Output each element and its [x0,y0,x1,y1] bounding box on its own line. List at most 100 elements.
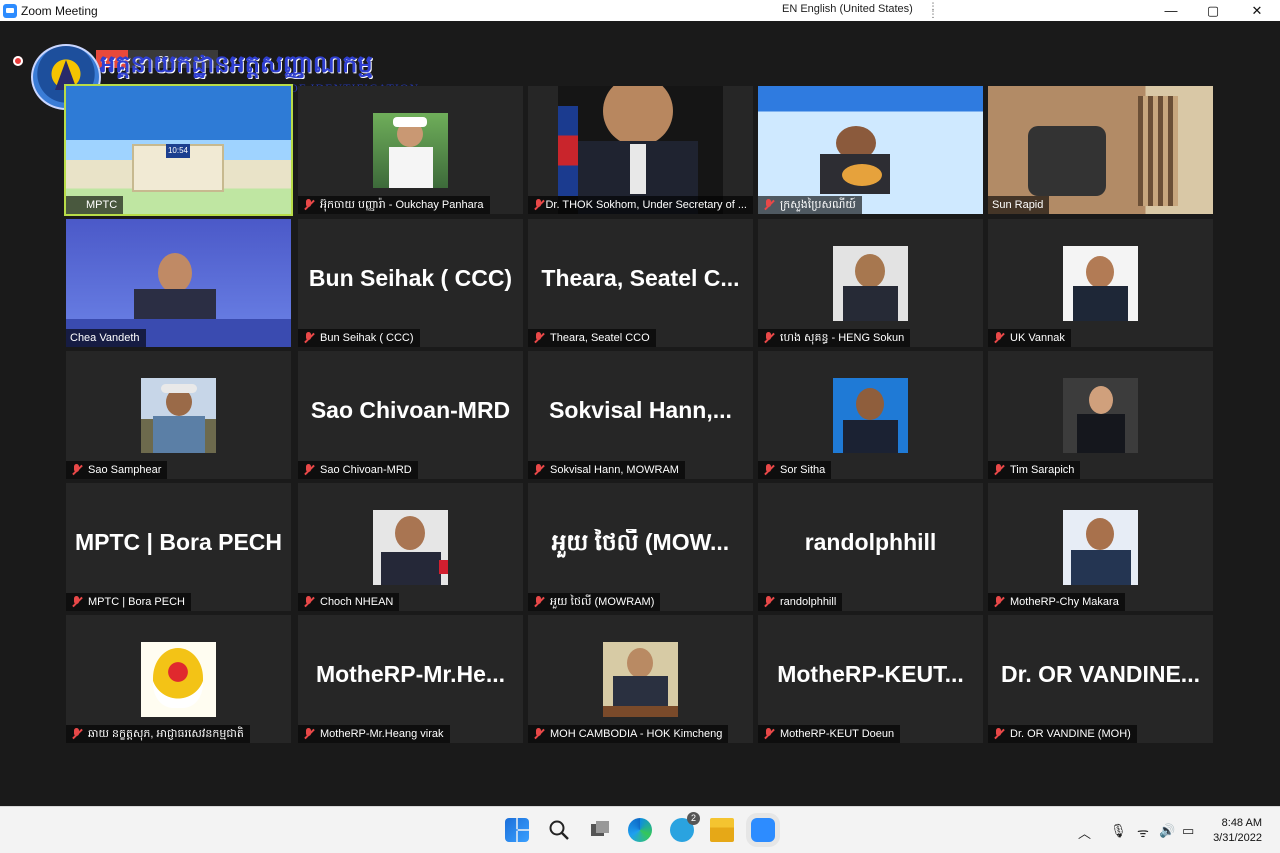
window-title: Zoom Meeting [21,3,98,18]
muted-microphone-icon [762,332,776,344]
search-icon[interactable] [547,818,571,842]
participant-name: Sao Chivoan-MRD [320,464,412,476]
meeting-header: ss អគ្គនាយកដ្ឋានអត្តសញ្ញាណកម្ម GENERAL D… [0,21,1280,110]
close-button[interactable]: ✕ [1234,0,1280,21]
participant-tile[interactable]: Dr. THOK Sokhom, Under Secretary of ... [528,86,753,214]
participant-name-label: MotheRP-Mr.Heang virak [298,725,450,743]
input-language-indicator[interactable]: EN English (United States) [782,3,913,15]
muted-microphone-icon [70,728,84,740]
participant-tile[interactable]: Sokvisal Hann,... Sokvisal Hann, MOWRAM [528,351,753,479]
participant-name: អ៊ុកចាយ បញ្ញារ៉ា - Oukchay Panhara [320,199,484,211]
participant-tile[interactable]: randolphhill randolphhill [758,483,983,611]
task-view-icon[interactable] [588,818,612,842]
participant-name-label: ក្រសួងប្រៃសណីយ៍ [758,196,862,214]
participant-tile[interactable]: MPTC | Bora PECH MPTC | Bora PECH [66,483,291,611]
muted-microphone-icon [70,596,84,608]
participant-name: Sor Sitha [780,464,826,476]
muted-microphone-icon [992,332,1006,344]
participant-name-label: Sun Rapid [988,196,1050,214]
muted-microphone-icon [992,728,1006,740]
muted-microphone-icon [302,199,316,211]
recording-indicator-icon[interactable] [13,56,23,66]
zoom-taskbar-icon[interactable] [751,818,775,842]
participant-tile[interactable]: MotheRP-Mr.He... MotheRP-Mr.Heang virak [298,615,523,743]
participant-tile[interactable]: Sao Samphear [66,351,291,479]
participant-tile[interactable]: UK Vannak [988,219,1213,347]
muted-microphone-icon [762,596,776,608]
participant-name: MotheRP-KEUT Doeun [780,728,895,740]
participant-tile[interactable]: Choch NHEAN [298,483,523,611]
file-explorer-icon[interactable] [710,818,734,842]
participant-name-label: អ៊ុកចាយ បញ្ញារ៉ា - Oukchay Panhara [298,196,490,214]
participant-tile[interactable]: Tim Sarapich [988,351,1213,479]
participant-name-label: Sao Chivoan-MRD [298,461,418,479]
participant-name-label: Sao Samphear [66,461,168,479]
language-switch-icon[interactable]: ⋮ ⋮ [928,2,938,19]
participant-name: Sao Samphear [88,464,162,476]
participant-name-label: MPTC | Bora PECH [66,593,191,611]
volume-icon[interactable]: 🔊 [1159,823,1175,839]
muted-microphone-icon [532,332,546,344]
muted-microphone-icon [70,464,84,476]
telegram-icon[interactable]: 2 [670,812,700,842]
participant-name: UK Vannak [1010,332,1065,344]
participant-name-label: Tim Sarapich [988,461,1081,479]
participant-name: Choch NHEAN [320,596,394,608]
participant-tile[interactable]: ក្រសួងប្រៃសណីយ៍ [758,86,983,214]
participant-name: Tim Sarapich [1010,464,1075,476]
participant-name-label: MOH CAMBODIA - HOK Kimcheng [528,725,729,743]
muted-microphone-icon [532,464,546,476]
muted-microphone-icon [762,464,776,476]
gdi-khmer-title: អគ្គនាយកដ្ឋានអត្តសញ្ញាណកម្ម [100,51,373,78]
participant-tile[interactable]: 10:54 MPTC [64,84,293,216]
clock[interactable]: 8:48 AM 3/31/2022 [1213,816,1262,846]
participant-name-label: Dr. THOK Sokhom, Under Secretary of ... [528,196,753,214]
participant-tile[interactable]: អួយ ថៃលី (MOW... អួយ ថៃលី (MOWRAM) [528,483,753,611]
participant-tile[interactable]: Chea Vandeth [66,219,291,347]
participant-name-label: MPTC [66,196,124,214]
muted-microphone-icon [992,596,1006,608]
participant-tile[interactable]: Dr. OR VANDINE... Dr. OR VANDINE (MOH) [988,615,1213,743]
participant-name-label: ឆាយ នក្ខត្តសុភ, អាជ្ញាធរសេវនកម្មជាតិ [66,725,250,743]
muted-microphone-icon [532,199,542,211]
participant-display-name: MPTC | Bora PECH [74,529,283,555]
participant-name-label: randolphhill [758,593,843,611]
muted-microphone-icon [532,728,546,740]
participant-tile[interactable]: MOH CAMBODIA - HOK Kimcheng [528,615,753,743]
participant-name: ឆាយ នក្ខត្តសុភ, អាជ្ញាធរសេវនកម្មជាតិ [88,728,244,740]
participant-tile[interactable]: Sun Rapid [988,86,1213,214]
participant-name-label: Chea Vandeth [66,329,146,347]
window-titlebar: Zoom Meeting EN English (United States) … [0,0,1280,21]
battery-icon[interactable]: ▭ [1182,823,1194,839]
minimize-button[interactable]: — [1148,0,1194,21]
clock-date: 3/31/2022 [1213,832,1262,844]
muted-microphone-icon [992,464,1006,476]
participant-name: randolphhill [780,596,837,608]
start-icon[interactable] [505,818,529,842]
muted-microphone-icon [302,464,316,476]
participant-tile[interactable]: ហេង សុគន្ធ - HENG Sokun [758,219,983,347]
participant-tile[interactable]: MotheRP-Chy Makara [988,483,1213,611]
participant-tile[interactable]: Theara, Seatel C... Theara, Seatel CCO [528,219,753,347]
participant-name-label: MotheRP-Chy Makara [988,593,1125,611]
windows-taskbar: 2 ︿ 🎙 ᯤ 🔊 ▭ 8:48 AM 3/31/2022 [0,806,1280,853]
maximize-button[interactable]: ▢ [1190,0,1236,21]
microphone-icon[interactable]: 🎙 [1110,823,1127,839]
participant-tile[interactable]: MotheRP-KEUT... MotheRP-KEUT Doeun [758,615,983,743]
participant-name: MPTC | Bora PECH [88,596,185,608]
participant-tile[interactable]: ឆាយ នក្ខត្តសុភ, អាជ្ញាធរសេវនកម្មជាតិ [66,615,291,743]
participant-display-name: MotheRP-KEUT... [777,661,964,687]
participant-tile[interactable]: Sao Chivoan-MRD Sao Chivoan-MRD [298,351,523,479]
clock-time: 8:48 AM [1221,817,1262,829]
participant-name-label: Theara, Seatel CCO [528,329,656,347]
edge-browser-icon[interactable] [628,818,652,842]
participant-tile[interactable]: Bun Seihak ( CCC) Bun Seihak ( CCC) [298,219,523,347]
participant-display-name: អួយ ថៃលី (MOW... [551,529,730,555]
participant-tile[interactable]: Sor Sitha [758,351,983,479]
participant-name: Dr. OR VANDINE (MOH) [1010,728,1131,740]
participant-name: ហេង សុគន្ធ - HENG Sokun [780,332,905,344]
participant-display-name: MotheRP-Mr.He... [315,661,506,687]
participant-tile[interactable]: អ៊ុកចាយ បញ្ញារ៉ា - Oukchay Panhara [298,86,523,214]
show-hidden-icons-icon[interactable]: ︿ [1078,823,1091,842]
wifi-icon[interactable]: ᯤ [1137,823,1149,841]
